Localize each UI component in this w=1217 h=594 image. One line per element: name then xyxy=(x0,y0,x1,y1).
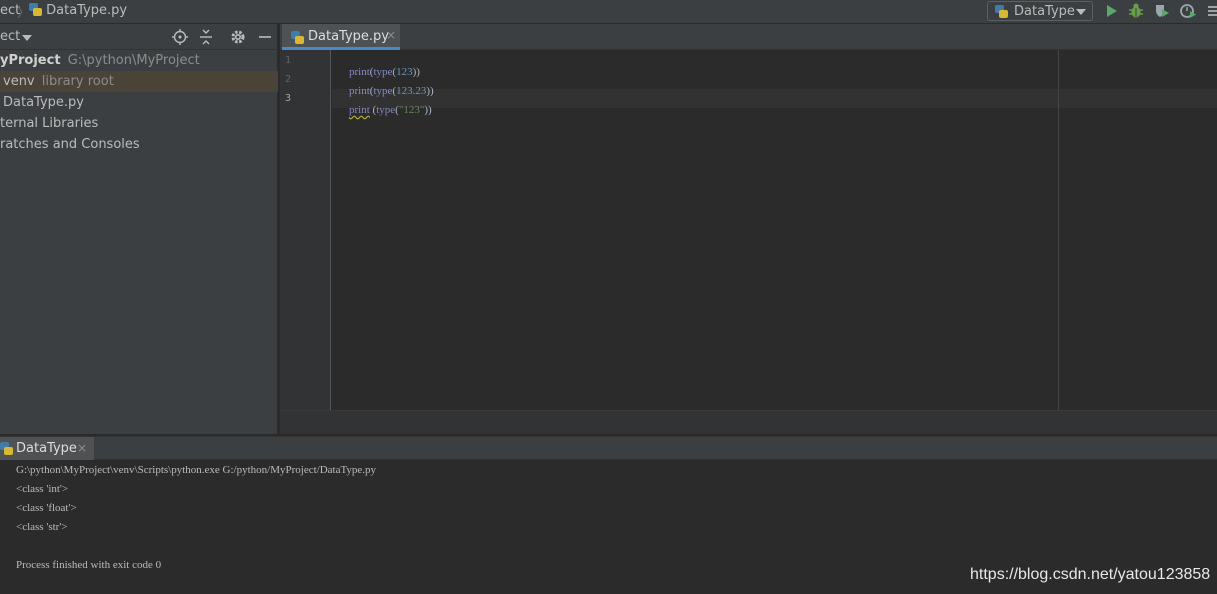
tree-item-label: ternal Libraries xyxy=(0,116,99,131)
gear-icon[interactable] xyxy=(229,28,247,46)
tab-run-datatype[interactable]: DataType × xyxy=(0,437,94,460)
console-line: G:\python\MyProject\venv\Scripts\python.… xyxy=(16,464,377,476)
console-line: <class 'str'> xyxy=(16,521,68,533)
tree-item-datatype-file[interactable]: DataType.py xyxy=(0,92,278,113)
python-file-icon xyxy=(29,3,42,16)
python-icon xyxy=(0,442,13,455)
tab-label: DataType.py xyxy=(308,29,389,44)
run-tool-window-header: DataType × xyxy=(0,436,1217,460)
run-configuration-selector[interactable]: DataType xyxy=(987,1,1093,21)
right-margin-guide xyxy=(1058,50,1059,410)
tree-item-scratches[interactable]: ratches and Consoles xyxy=(0,134,278,155)
code-editor[interactable]: print(type(123)) print(type(123.23)) pri… xyxy=(332,50,1217,410)
profile-icon[interactable] xyxy=(1179,2,1197,20)
breadcrumb-file-label: DataType.py xyxy=(46,3,128,18)
editor-bottom-strip xyxy=(280,410,1217,434)
debug-icon[interactable] xyxy=(1127,2,1145,20)
tree-item-note: library root xyxy=(41,74,114,89)
project-view-selector[interactable]: ect xyxy=(0,29,20,44)
console-line: <class 'float'> xyxy=(16,502,77,514)
run-tab-label: DataType xyxy=(16,441,77,456)
python-icon xyxy=(995,5,1008,18)
project-tool-window: ect yProject G:\python\MyProject venv li… xyxy=(0,24,278,434)
tree-item-label: venv xyxy=(3,74,35,89)
hide-panel-icon[interactable] xyxy=(256,28,274,46)
chevron-down-icon xyxy=(1076,9,1086,15)
code-line: print (type("123")) xyxy=(349,104,432,116)
more-icon[interactable] xyxy=(1206,2,1217,20)
tree-item-label: ratches and Consoles xyxy=(0,137,140,152)
line-number: 3 xyxy=(285,93,292,104)
console-line: <class 'int'> xyxy=(16,483,69,495)
close-icon[interactable]: × xyxy=(386,28,396,42)
tree-item-project-root[interactable]: yProject G:\python\MyProject xyxy=(0,50,278,71)
navigation-bar: ect 〉 DataType.py DataType xyxy=(0,0,1217,24)
tree-item-path: G:\python\MyProject xyxy=(67,53,200,68)
tab-datatype-py[interactable]: DataType.py × xyxy=(282,24,400,50)
project-header: ect xyxy=(0,24,278,50)
run-icon[interactable] xyxy=(1102,2,1120,20)
tree-item-venv[interactable]: venv library root xyxy=(0,71,278,92)
tree-item-label: yProject xyxy=(0,53,61,68)
collapse-all-icon[interactable] xyxy=(197,28,215,46)
tree-item-external-libraries[interactable]: ternal Libraries xyxy=(0,113,278,134)
coverage-icon[interactable] xyxy=(1153,2,1171,20)
chevron-down-icon[interactable] xyxy=(22,35,32,41)
breadcrumb-file[interactable]: DataType.py xyxy=(29,3,127,18)
line-number: 1 xyxy=(285,55,292,66)
editor-gutter: 1 2 3 xyxy=(280,50,331,410)
editor-tab-bar: DataType.py × xyxy=(280,24,1217,50)
locate-icon[interactable] xyxy=(171,28,189,46)
python-file-icon xyxy=(291,31,304,44)
console-line: Process finished with exit code 0 xyxy=(16,559,162,571)
watermark: https://blog.csdn.net/yatou123858 xyxy=(970,566,1211,583)
tree-item-label: DataType.py xyxy=(3,95,84,110)
current-line-highlight xyxy=(332,89,1217,108)
close-icon[interactable]: × xyxy=(77,441,87,455)
warning-underline: print xyxy=(349,104,370,116)
run-configuration-label: DataType xyxy=(1014,4,1075,19)
line-number: 2 xyxy=(285,74,292,85)
